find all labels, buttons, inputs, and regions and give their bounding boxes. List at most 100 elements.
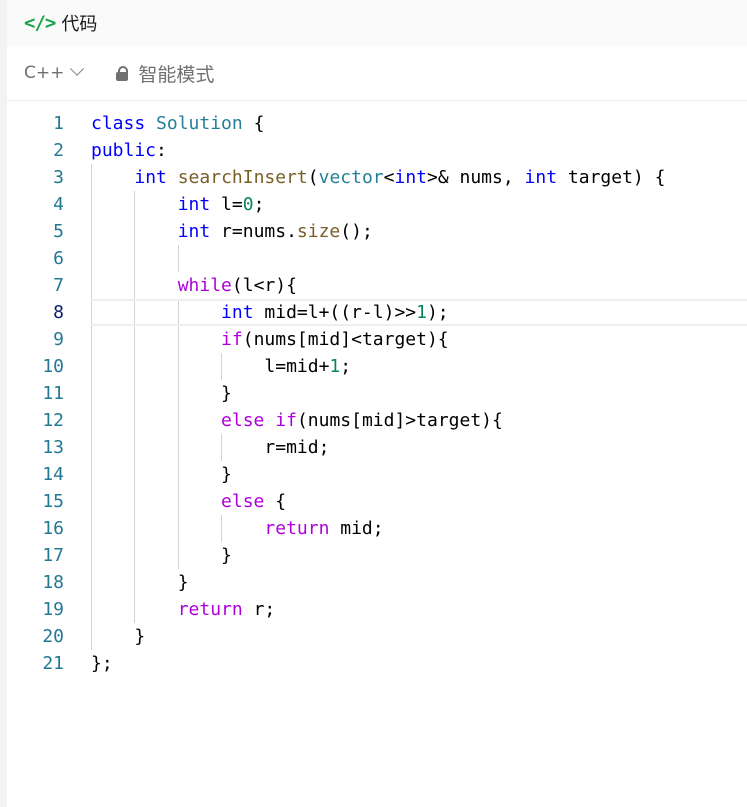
code-token: (nums[mid]>target){ [296,410,503,431]
code-token: 0 [242,194,254,215]
code-text: } [91,461,232,488]
code-line[interactable]: 17 } [7,542,747,569]
code-token: 1 [329,356,341,377]
mode-label[interactable]: 智能模式 [138,60,214,87]
code-token: target) { [557,167,666,188]
code-text: while(l<r){ [91,272,297,299]
code-token: class [91,113,146,134]
code-token: if [221,329,243,350]
line-number: 3 [53,167,64,188]
panel-title: 代码 [61,14,98,35]
code-text: class Solution { [91,110,264,137]
chevron-down-icon [70,61,85,76]
line-number: 21 [42,653,64,674]
code-token: } [91,464,232,485]
indent-guide [134,299,136,326]
code-token: 1 [416,302,427,323]
line-number: 4 [53,194,64,215]
code-line[interactable]: 9 if(nums[mid]<target){ [7,326,747,353]
code-token: r=nums. [210,221,297,242]
code-token: mid=l+((r-l)>> [253,302,417,323]
code-line[interactable]: 11 } [7,380,747,407]
indent-guide [177,245,179,272]
code-token: : [156,140,167,161]
code-token: mid; [329,518,384,539]
code-line[interactable]: 18 } [7,569,747,596]
code-line[interactable]: 7 while(l<r){ [7,272,747,299]
code-text: else { [91,488,286,515]
code-line[interactable]: 3 int searchInsert(vector<int>& nums, in… [7,164,747,191]
code-text: } [91,623,145,650]
code-text: return r; [91,596,276,623]
code-token: l= [210,194,243,215]
line-number: 7 [53,275,64,296]
code-line[interactable]: 12 else if(nums[mid]>target){ [7,407,747,434]
line-number: 2 [53,140,64,161]
panel-header: </> 代码 [7,0,747,46]
code-token: l=mid+ [91,356,330,377]
code-token: int [177,194,211,215]
code-text: int r=nums.size(); [91,218,373,245]
language-select[interactable]: C++ [24,61,85,83]
code-line[interactable]: 1 class Solution { [7,110,747,137]
code-line[interactable]: 5 int r=nums.size(); [7,218,747,245]
code-line[interactable]: 15 else { [7,488,747,515]
code-text: return mid; [91,515,384,542]
code-token: Solution [156,113,243,134]
code-line[interactable]: 8 int mid=l+((r-l)>>1); [7,299,747,326]
code-text: } [91,380,232,407]
code-token: vector [318,167,384,188]
code-token: if [275,410,297,431]
code-text: public: [91,137,167,164]
line-number: 5 [53,221,64,242]
line-number: 13 [42,437,64,458]
code-text: int searchInsert(vector<int>& nums, int … [91,164,665,191]
editor-toolbar: C++ 智能模式 [7,46,747,101]
code-line[interactable]: 21}; [7,650,747,677]
code-line[interactable]: 4 int l=0; [7,191,747,218]
code-text: r=mid; [91,434,329,461]
code-text: int mid=l+((r-l)>>1); [91,299,449,326]
code-text: } [91,569,189,596]
lock-icon [116,65,129,81]
language-label: C++ [24,63,65,83]
code-line[interactable]: 13 r=mid; [7,434,747,461]
code-line[interactable]: 16 return mid; [7,515,747,542]
left-edge [0,0,7,807]
code-token: }; [91,653,113,674]
code-token: int [134,167,167,188]
code-line[interactable]: 2 public: [7,137,747,164]
code-token: return [177,599,243,620]
code-text: }; [91,650,113,677]
code-token: < [383,167,395,188]
code-line[interactable]: 19 return r; [7,596,747,623]
code-line[interactable]: 6 [7,245,747,272]
code-token: { [242,113,265,134]
code-token: else [221,491,265,512]
code-icon: </> [24,12,56,34]
code-line[interactable]: 14 } [7,461,747,488]
line-number: 19 [42,599,64,620]
code-line[interactable]: 10 l=mid+1; [7,353,747,380]
indent-guide [91,299,92,326]
code-editor[interactable]: 1 class Solution {2 public: 3 int searchIns… [7,110,747,677]
line-number: 20 [42,626,64,647]
line-number: 15 [42,491,64,512]
code-line[interactable]: 20 } [7,623,747,650]
code-token: int [394,167,427,188]
code-token: searchInsert [177,167,308,188]
code-token: int [524,167,558,188]
code-text: l=mid+1; [91,353,351,380]
code-token: int [177,221,211,242]
code-token: ( [307,167,319,188]
line-number: 18 [42,572,64,593]
line-number: 17 [42,545,64,566]
